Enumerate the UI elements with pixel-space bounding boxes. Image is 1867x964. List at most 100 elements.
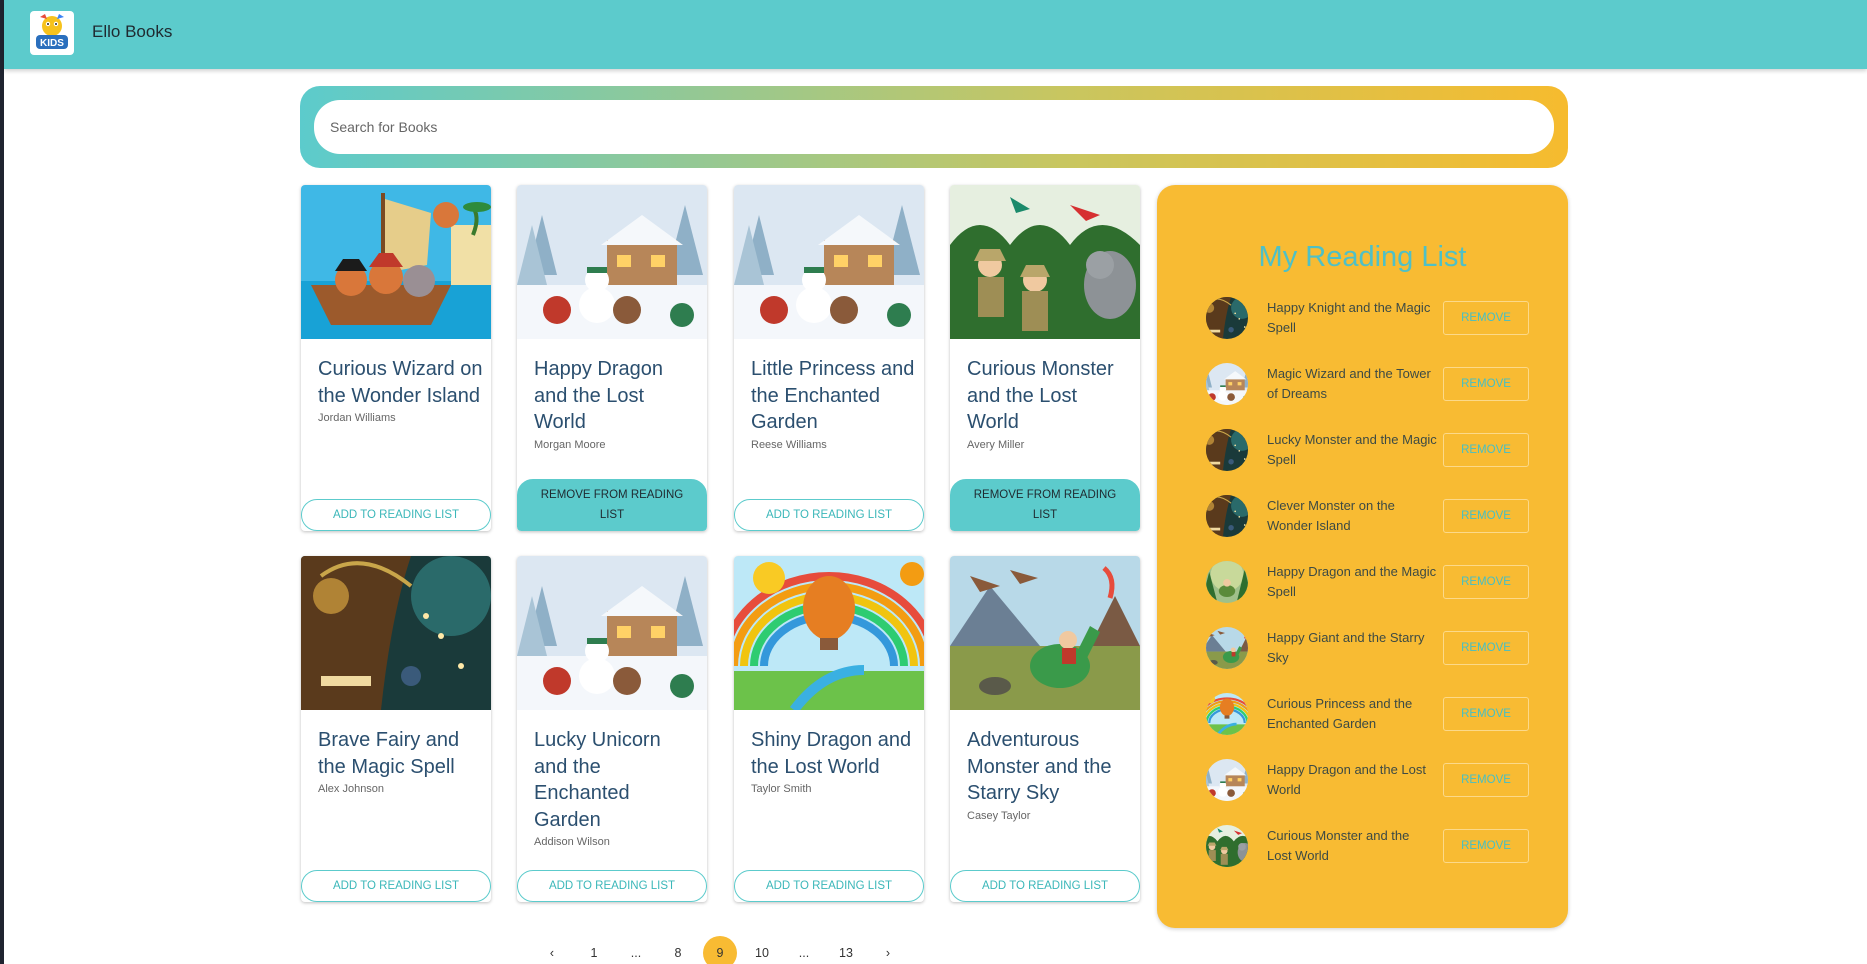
book-title: Curious Monster and the Lost World xyxy=(967,358,1114,433)
book-author: Taylor Smith xyxy=(751,783,812,795)
remove-button[interactable]: REMOVE xyxy=(1443,499,1529,533)
remove-button[interactable]: REMOVE xyxy=(1443,697,1529,731)
reading-list-item: Clever Monster on the Wonder Island REMO… xyxy=(1206,493,1529,539)
book-card[interactable]: Shiny Dragon and the Lost World Taylor S… xyxy=(734,556,924,902)
add-to-reading-list-button[interactable]: ADD TO READING LIST xyxy=(301,499,491,531)
book-card[interactable]: Lucky Unicorn and the Enchanted Garden A… xyxy=(517,556,707,902)
app-bar: KIDS Ello Books xyxy=(4,0,1867,69)
add-to-reading-list-button[interactable]: ADD TO READING LIST xyxy=(517,870,707,902)
reading-list-item-title: Curious Monster and the Lost World xyxy=(1267,828,1410,863)
reading-list-item: Happy Giant and the Starry Sky REMOVE xyxy=(1206,625,1529,671)
pagination: ‹ 1 ... 8 9 10 ... 13 › xyxy=(535,936,915,964)
pirate-ship-icon xyxy=(301,185,491,339)
book-card[interactable]: Little Princess and the Enchanted Garden… xyxy=(734,185,924,531)
add-to-reading-list-button[interactable]: ADD TO READING LIST xyxy=(301,870,491,902)
book-thumbnail xyxy=(1206,297,1248,339)
book-cover-image[interactable] xyxy=(734,556,924,710)
book-cover-image[interactable] xyxy=(517,556,707,710)
book-thumbnail xyxy=(1206,825,1248,867)
app-logo[interactable]: KIDS xyxy=(30,11,74,55)
hot-air-balloon-icon xyxy=(734,556,924,710)
book-author: Reese Williams xyxy=(751,438,827,451)
snowy-cottage-icon xyxy=(517,185,707,339)
add-to-reading-list-button[interactable]: ADD TO READING LIST xyxy=(734,870,924,902)
snowy-cottage-icon xyxy=(734,185,924,339)
remove-button[interactable]: REMOVE xyxy=(1443,301,1529,335)
book-thumbnail xyxy=(1206,495,1248,537)
remove-button[interactable]: REMOVE xyxy=(1443,565,1529,599)
app-name[interactable]: Ello Books xyxy=(92,22,172,42)
reading-list-item-title: Lucky Monster and the Magic Spell xyxy=(1267,432,1437,467)
jungle-explorers-icon xyxy=(1206,825,1248,867)
dinosaur-volcano-icon xyxy=(1206,627,1248,669)
add-to-reading-list-button[interactable]: ADD TO READING LIST xyxy=(950,870,1140,902)
reading-list-item: Curious Monster and the Lost World REMOV… xyxy=(1206,823,1529,869)
logo-text: KIDS xyxy=(40,38,64,49)
jungle-explorers-icon xyxy=(950,185,1140,339)
dinosaur-volcano-icon xyxy=(950,556,1140,710)
book-cover-image[interactable] xyxy=(517,185,707,339)
current-page-button[interactable]: 9 xyxy=(703,936,737,964)
reading-list-item: Happy Knight and the Magic Spell REMOVE xyxy=(1206,295,1529,341)
reading-list-panel: My Reading List Happy Knight and the Mag… xyxy=(1157,185,1568,928)
book-thumbnail xyxy=(1206,561,1248,603)
next-page-button[interactable]: › xyxy=(871,936,905,964)
book-title: Curious Wizard on the Wonder Island xyxy=(318,358,483,407)
reading-list-item-title: Curious Princess and the Enchanted Garde… xyxy=(1267,696,1413,731)
book-thumbnail xyxy=(1206,429,1248,471)
reading-list-item-title: Happy Knight and the Magic Spell xyxy=(1267,300,1431,335)
book-cover-image[interactable] xyxy=(734,185,924,339)
book-thumbnail xyxy=(1206,759,1248,801)
book-card[interactable]: Adventurous Monster and the Starry Sky C… xyxy=(950,556,1140,902)
book-title: Lucky Unicorn and the Enchanted Garden xyxy=(534,729,661,831)
search-input[interactable] xyxy=(314,100,1554,154)
page-ellipsis: ... xyxy=(798,946,810,960)
book-author: Addison Wilson xyxy=(534,836,610,848)
forest-icon xyxy=(1206,561,1248,603)
book-title: Adventurous Monster and the Starry Sky xyxy=(967,729,1112,804)
page-button[interactable]: 1 xyxy=(577,936,611,964)
book-title: Brave Fairy and the Magic Spell xyxy=(318,729,460,778)
snowy-cottage-icon xyxy=(1206,363,1248,405)
book-card[interactable]: Brave Fairy and the Magic Spell Alex Joh… xyxy=(301,556,491,902)
book-card[interactable]: Curious Wizard on the Wonder Island Jord… xyxy=(301,185,491,531)
reading-list-item: Curious Princess and the Enchanted Garde… xyxy=(1206,691,1529,737)
reading-list-heading: My Reading List xyxy=(1258,241,1467,273)
snowy-cottage-icon xyxy=(1206,759,1248,801)
reading-list-item-title: Happy Dragon and the Magic Spell xyxy=(1267,564,1437,599)
remove-button[interactable]: REMOVE xyxy=(1443,829,1529,863)
magic-tree-icon xyxy=(1206,429,1248,471)
book-card[interactable]: Happy Dragon and the Lost World Morgan M… xyxy=(517,185,707,531)
book-cover-image[interactable] xyxy=(301,185,491,339)
hot-air-balloon-icon xyxy=(1206,693,1248,735)
magic-tree-icon xyxy=(301,556,491,710)
window-edge xyxy=(0,0,4,964)
add-to-reading-list-button[interactable]: ADD TO READING LIST xyxy=(734,499,924,531)
book-thumbnail xyxy=(1206,363,1248,405)
reading-list-item: Lucky Monster and the Magic Spell REMOVE xyxy=(1206,427,1529,473)
reading-list-item: Magic Wizard and the Tower of Dreams REM… xyxy=(1206,361,1529,407)
remove-from-reading-list-button[interactable]: REMOVE FROM READING LIST xyxy=(517,479,707,531)
page-button[interactable]: 8 xyxy=(661,936,695,964)
prev-page-button[interactable]: ‹ xyxy=(535,936,569,964)
reading-list-item: Happy Dragon and the Magic Spell REMOVE xyxy=(1206,559,1529,605)
page-button[interactable]: 10 xyxy=(745,936,779,964)
reading-list-item: Happy Dragon and the Lost World REMOVE xyxy=(1206,757,1529,803)
book-card[interactable]: Curious Monster and the Lost World Avery… xyxy=(950,185,1140,531)
book-cover-image[interactable] xyxy=(301,556,491,710)
book-thumbnail xyxy=(1206,693,1248,735)
remove-button[interactable]: REMOVE xyxy=(1443,433,1529,467)
book-cover-image[interactable] xyxy=(950,556,1140,710)
book-author: Avery Miller xyxy=(967,438,1025,451)
magic-tree-icon xyxy=(1206,495,1248,537)
book-author: Alex Johnson xyxy=(318,783,385,795)
page-button[interactable]: 13 xyxy=(829,936,863,964)
remove-button[interactable]: REMOVE xyxy=(1443,763,1529,797)
remove-button[interactable]: REMOVE xyxy=(1443,631,1529,665)
remove-from-reading-list-button[interactable]: REMOVE FROM READING LIST xyxy=(950,479,1140,531)
book-cover-image[interactable] xyxy=(950,185,1140,339)
book-title: Shiny Dragon and the Lost World xyxy=(751,729,912,778)
book-thumbnail xyxy=(1206,627,1248,669)
book-title: Little Princess and the Enchanted Garden xyxy=(751,358,915,433)
remove-button[interactable]: REMOVE xyxy=(1443,367,1529,401)
